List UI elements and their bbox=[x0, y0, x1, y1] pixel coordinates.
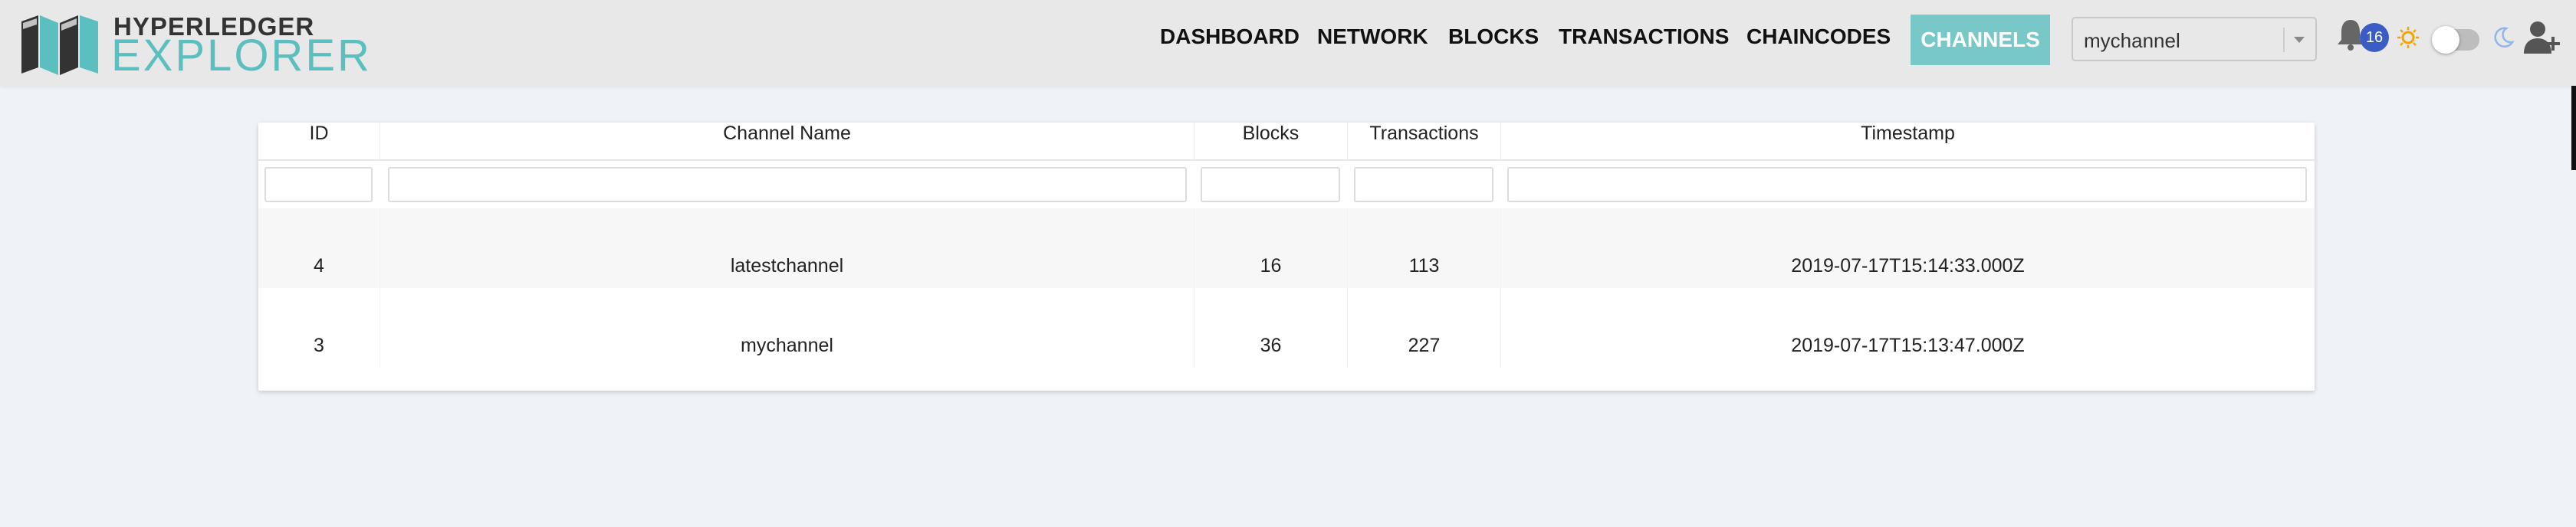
chevron-down-icon bbox=[2294, 37, 2305, 43]
theme-toggle[interactable] bbox=[2432, 26, 2479, 54]
column-header-id[interactable]: ID bbox=[258, 123, 380, 161]
channel-select[interactable]: mychannel bbox=[2072, 17, 2317, 61]
nav-chaincodes[interactable]: CHAINCODES bbox=[1746, 25, 1891, 55]
sun-icon bbox=[2397, 27, 2419, 48]
cell-channel-name-text: mychannel bbox=[741, 335, 833, 356]
navbar: HYPERLEDGER EXPLORER DASHBOARD NETWORK B… bbox=[0, 0, 2576, 86]
cell-blocks-text: 16 bbox=[1260, 255, 1282, 277]
moon-icon bbox=[2494, 27, 2515, 47]
table-row[interactable]: 4 latestchannel 16 113 2019-07-17T15:14:… bbox=[258, 208, 2315, 288]
filter-timestamp-input[interactable] bbox=[1507, 167, 2307, 202]
logo-icon bbox=[21, 15, 98, 75]
cell-timestamp: 2019-07-17T15:14:33.000Z bbox=[1501, 208, 2315, 288]
nav-blocks[interactable]: BLOCKS bbox=[1448, 25, 1539, 55]
cell-blocks: 36 bbox=[1194, 288, 1348, 368]
table-row[interactable]: 3 mychannel 36 227 2019-07-17T15:13:47.0… bbox=[258, 288, 2315, 368]
nav-transactions[interactable]: TRANSACTIONS bbox=[1559, 25, 1729, 55]
cell-timestamp: 2019-07-17T15:13:47.000Z bbox=[1501, 288, 2315, 368]
theme-toggle-knob bbox=[2432, 26, 2459, 54]
column-header-blocks[interactable]: Blocks bbox=[1194, 123, 1348, 161]
cell-channel-name: mychannel bbox=[380, 288, 1194, 368]
scrollbar[interactable] bbox=[2571, 86, 2576, 170]
filter-blocks-input[interactable] bbox=[1201, 167, 1340, 202]
cell-timestamp-text: 2019-07-17T15:14:33.000Z bbox=[1791, 255, 2025, 277]
nav-network[interactable]: NETWORK bbox=[1317, 25, 1428, 55]
cell-channel-name-text: latestchannel bbox=[730, 255, 844, 277]
nav-channels[interactable]: CHANNELS bbox=[1911, 15, 2050, 65]
cell-transactions: 227 bbox=[1348, 288, 1501, 368]
column-header-timestamp[interactable]: Timestamp bbox=[1501, 123, 2315, 161]
channels-table: ID Channel Name Blocks Transactions Time… bbox=[258, 123, 2315, 391]
cell-id-text: 3 bbox=[314, 335, 324, 356]
cell-id: 4 bbox=[258, 208, 380, 288]
cell-transactions-text: 227 bbox=[1408, 335, 1441, 356]
select-separator bbox=[2283, 28, 2285, 52]
column-header-channel-name[interactable]: Channel Name bbox=[380, 123, 1194, 161]
cell-timestamp-text: 2019-07-17T15:13:47.000Z bbox=[1791, 335, 2025, 356]
cell-id-text: 4 bbox=[314, 255, 324, 277]
filter-id-input[interactable] bbox=[264, 167, 373, 202]
cell-id: 3 bbox=[258, 288, 380, 368]
cell-blocks-text: 36 bbox=[1260, 335, 1282, 356]
table-header: ID Channel Name Blocks Transactions Time… bbox=[258, 123, 2315, 161]
nav-dashboard[interactable]: DASHBOARD bbox=[1160, 25, 1300, 55]
channel-select-value: mychannel bbox=[2084, 29, 2180, 52]
filter-row bbox=[258, 161, 2315, 208]
cell-channel-name: latestchannel bbox=[380, 208, 1194, 288]
add-user-icon[interactable] bbox=[2522, 20, 2562, 55]
logo-text-bottom: EXPLORER bbox=[111, 31, 372, 80]
cell-transactions-text: 113 bbox=[1408, 255, 1440, 277]
hyperledger-explorer-logo[interactable]: HYPERLEDGER EXPLORER bbox=[21, 9, 370, 78]
notification-count-badge[interactable]: 16 bbox=[2360, 23, 2389, 52]
filter-transactions-input[interactable] bbox=[1354, 167, 1493, 202]
cell-blocks: 16 bbox=[1194, 208, 1348, 288]
cell-transactions: 113 bbox=[1348, 208, 1501, 288]
column-header-transactions[interactable]: Transactions bbox=[1348, 123, 1501, 161]
filter-channel-name-input[interactable] bbox=[388, 167, 1187, 202]
